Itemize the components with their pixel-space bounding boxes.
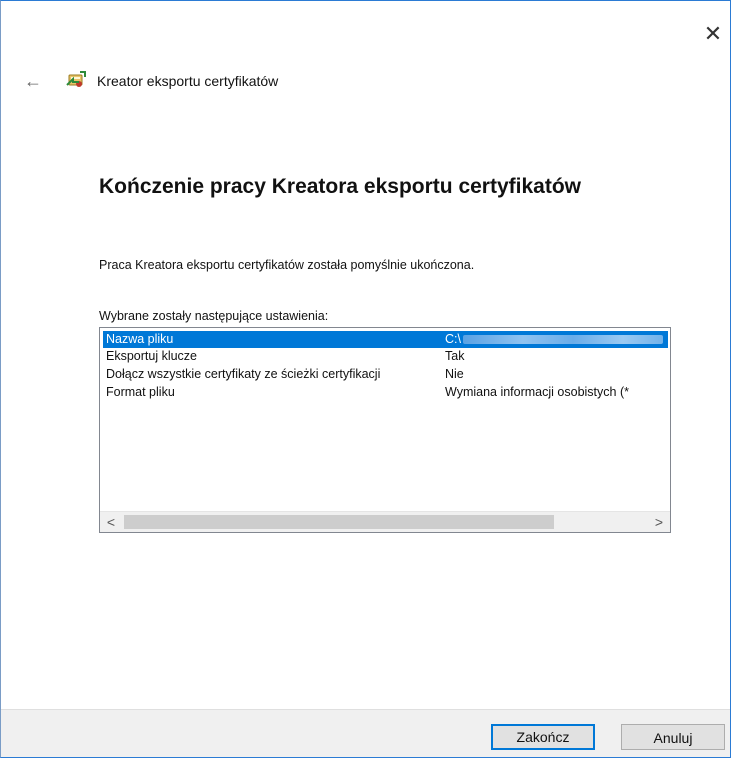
dialog-footer: Zakończ Anuluj bbox=[1, 709, 730, 757]
scroll-left-button[interactable]: < bbox=[102, 512, 120, 532]
wizard-window: ✕ ← Kreator eksportu certyfikatów Kończe… bbox=[0, 0, 731, 758]
scroll-thumb[interactable] bbox=[124, 515, 554, 529]
completion-message: Praca Kreatora eksportu certyfikatów zos… bbox=[99, 258, 475, 272]
list-item-value: Tak bbox=[445, 349, 465, 363]
list-item-value: Wymiana informacji osobistych (* bbox=[445, 385, 629, 399]
settings-list[interactable]: Nazwa pliku C:\ Eksportuj klucze Tak Doł… bbox=[99, 327, 671, 533]
list-item-key: Dołącz wszystkie certyfikaty ze ścieżki … bbox=[106, 367, 381, 381]
list-item-key: Nazwa pliku bbox=[106, 332, 174, 346]
horizontal-scrollbar[interactable]: < > bbox=[100, 511, 670, 532]
list-item-filename[interactable]: Nazwa pliku C:\ bbox=[103, 331, 668, 348]
certificate-icon bbox=[65, 69, 87, 91]
close-button[interactable]: ✕ bbox=[700, 21, 726, 47]
scroll-right-button[interactable]: > bbox=[650, 512, 668, 532]
list-item-value: C:\ bbox=[445, 332, 461, 346]
redacted-path bbox=[463, 335, 663, 344]
back-button[interactable]: ← bbox=[21, 69, 45, 93]
settings-label: Wybrane zostały następujące ustawienia: bbox=[99, 309, 329, 323]
list-item-export-keys[interactable]: Eksportuj klucze Tak bbox=[103, 348, 668, 365]
list-item-value: Nie bbox=[445, 367, 464, 381]
page-heading: Kończenie pracy Kreatora eksportu certyf… bbox=[99, 175, 581, 198]
finish-button[interactable]: Zakończ bbox=[491, 724, 595, 750]
list-item-key: Format pliku bbox=[106, 385, 175, 399]
list-item-key: Eksportuj klucze bbox=[106, 349, 198, 363]
list-item-file-format[interactable]: Format pliku Wymiana informacji osobisty… bbox=[103, 384, 668, 401]
list-item-include-chain[interactable]: Dołącz wszystkie certyfikaty ze ścieżki … bbox=[103, 366, 668, 383]
wizard-title: Kreator eksportu certyfikatów bbox=[97, 73, 279, 89]
cancel-button[interactable]: Anuluj bbox=[621, 724, 725, 750]
